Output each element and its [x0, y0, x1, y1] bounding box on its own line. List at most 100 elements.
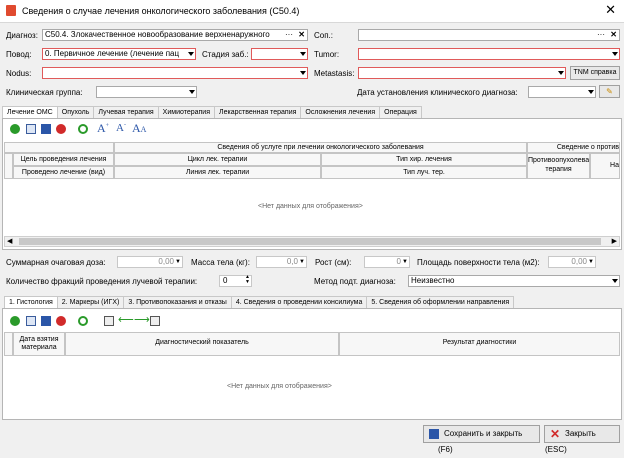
col-radiation-type[interactable]: Тип луч. тер. [321, 166, 527, 179]
nodus-label: Nodus: [6, 69, 32, 78]
spin-buttons-icon[interactable]: ▲ ▼ [245, 275, 250, 285]
scroll-right-icon[interactable]: ▶ [612, 238, 617, 245]
font-reset-icon[interactable]: AA [132, 121, 146, 136]
clinical-group-select[interactable] [96, 86, 197, 98]
total-dose-value: 0,00 [158, 257, 174, 266]
method-value: Неизвестно [411, 276, 455, 285]
metastasis-label: Metastasis: [314, 69, 355, 78]
col-sample-date[interactable]: Дата взятия материала [13, 332, 65, 356]
treatment-panel [2, 118, 622, 250]
window-title: Сведения о случае лечения онкологическог… [22, 6, 300, 16]
clinical-group-label: Клиническая группа: [6, 88, 83, 97]
arrow-right-icon[interactable]: ⟶ [134, 313, 150, 326]
stage-select[interactable] [251, 48, 308, 60]
tnm-help-button[interactable]: TNM справка [570, 66, 620, 80]
chevron-down-icon[interactable]: ▼ [299, 257, 305, 267]
height-value: 0 [396, 257, 401, 266]
grid2-row-indicator [4, 332, 13, 356]
save-close-button[interactable]: Сохранить и закрыть (F6) [423, 425, 540, 454]
chevron-down-icon[interactable]: ▼ [402, 257, 408, 267]
diagnosis-select-button[interactable]: ··· [283, 30, 293, 40]
font-decrease-icon[interactable]: A- [116, 122, 126, 134]
edit-record-icon[interactable] [26, 124, 36, 134]
save-icon[interactable] [41, 124, 51, 134]
con-label: Соп.: [314, 31, 334, 40]
calendar-edit-icon[interactable]: ✎ [599, 85, 620, 98]
save-close-label: Сохранить и закрыть (F6) [438, 429, 523, 454]
height-label: Рост (см): [315, 258, 352, 267]
col-treatment-type[interactable]: Проведено лечение (вид) [13, 166, 114, 179]
col-treatment-goal[interactable]: Цель проведения лечения [13, 153, 114, 166]
clinical-date-label: Дата установления клинического диагноза: [357, 88, 518, 97]
chevron-down-icon [612, 52, 618, 56]
add-icon[interactable] [10, 316, 20, 326]
tumor-select[interactable] [358, 48, 620, 60]
chevron-down-icon[interactable]: ▼ [175, 257, 181, 267]
metastasis-select[interactable] [358, 67, 566, 79]
grid-corner [4, 142, 114, 153]
fractions-input[interactable]: 0 ▲ ▼ [219, 275, 252, 287]
histology-panel [2, 308, 622, 420]
refresh-icon[interactable] [78, 124, 88, 134]
chevron-down-icon [188, 52, 194, 56]
reason-select[interactable]: 0. Первичное лечение (лечение пац [42, 48, 196, 60]
method-select[interactable]: Неизвестно [408, 275, 620, 287]
total-dose-input[interactable]: 0,00 ▼ [117, 256, 183, 268]
area-value: 0,00 [571, 257, 587, 266]
col-antitumor-therapy[interactable]: Противоопухолевая терапия [527, 153, 590, 179]
con-clear-icon[interactable]: ✕ [610, 30, 617, 40]
col-surgery-type[interactable]: Тип хир. лечения [321, 153, 527, 166]
col-drug-line[interactable]: Линия лек. терапии [114, 166, 321, 179]
fractions-value: 0 [223, 276, 228, 285]
reason-value: 0. Первичное лечение (лечение пац [45, 49, 180, 58]
grid-layout-icon[interactable] [104, 316, 114, 326]
close-button[interactable]: ✕ Закрыть (ESC) [544, 425, 620, 454]
chevron-down-icon [612, 279, 618, 283]
scrollbar-thumb[interactable] [19, 238, 601, 245]
edit-record-icon[interactable] [26, 316, 36, 326]
fractions-label: Количество фракций проведения лучевой те… [6, 277, 198, 286]
mass-value: 0,0 [286, 257, 298, 266]
chevron-down-icon [189, 90, 195, 94]
mass-input[interactable]: 0,0 ▼ [256, 256, 307, 268]
chevron-down-icon [588, 90, 594, 94]
con-select-button[interactable]: ··· [597, 30, 605, 40]
reason-label: Повод: [6, 50, 32, 59]
method-label: Метод подт. диагноза: [314, 277, 396, 286]
refresh-icon[interactable] [78, 316, 88, 326]
add-icon[interactable] [10, 124, 20, 134]
mass-label: Масса тела (кг): [191, 258, 250, 267]
tumor-label: Tumor: [314, 50, 340, 59]
chevron-down-icon[interactable]: ▼ [588, 257, 594, 267]
col-truncated[interactable]: На [590, 153, 620, 179]
export-icon[interactable] [150, 316, 160, 326]
delete-icon[interactable] [56, 124, 66, 134]
arrow-left-icon[interactable]: ⟵ [118, 313, 134, 326]
diagnosis-clear-icon[interactable]: ✕ [298, 30, 305, 40]
horizontal-scrollbar[interactable]: ◀ ▶ [4, 236, 620, 247]
scroll-left-icon[interactable]: ◀ [7, 238, 12, 245]
diagnosis-label: Диагноз: [6, 31, 38, 40]
area-input[interactable]: 0,00 ▼ [548, 256, 596, 268]
close-window-icon[interactable]: ✕ [605, 3, 616, 17]
chevron-down-icon [300, 52, 306, 56]
grid-row-indicator [4, 153, 13, 179]
nodus-select[interactable] [42, 67, 308, 79]
col-drug-cycle[interactable]: Цикл лек. терапии [114, 153, 321, 166]
height-input[interactable]: 0 ▼ [364, 256, 410, 268]
grid-group-header-contra: Сведение о против [527, 142, 620, 153]
clinical-date-select[interactable] [528, 86, 596, 98]
grid-empty-text: <Нет данных для отображения> [258, 203, 363, 210]
con-field[interactable]: ··· ✕ [358, 29, 620, 41]
save-icon[interactable] [41, 316, 51, 326]
col-diagnostic-indicator[interactable]: Диагностический показатель [65, 332, 339, 356]
stage-label: Стадия заб.: [202, 50, 249, 59]
font-increase-icon[interactable]: A+ [97, 121, 109, 136]
delete-icon[interactable] [56, 316, 66, 326]
col-diagnostic-result[interactable]: Результат диагностики [339, 332, 620, 356]
grid-group-header-service: Сведения об услуге при лечении онкологич… [114, 142, 527, 153]
close-icon: ✕ [550, 427, 561, 441]
chevron-down-icon [300, 71, 306, 75]
diagnosis-field[interactable]: C50.4. Злокачественное новообразование в… [42, 29, 308, 41]
diagnosis-value: C50.4. Злокачественное новообразование в… [45, 30, 270, 39]
